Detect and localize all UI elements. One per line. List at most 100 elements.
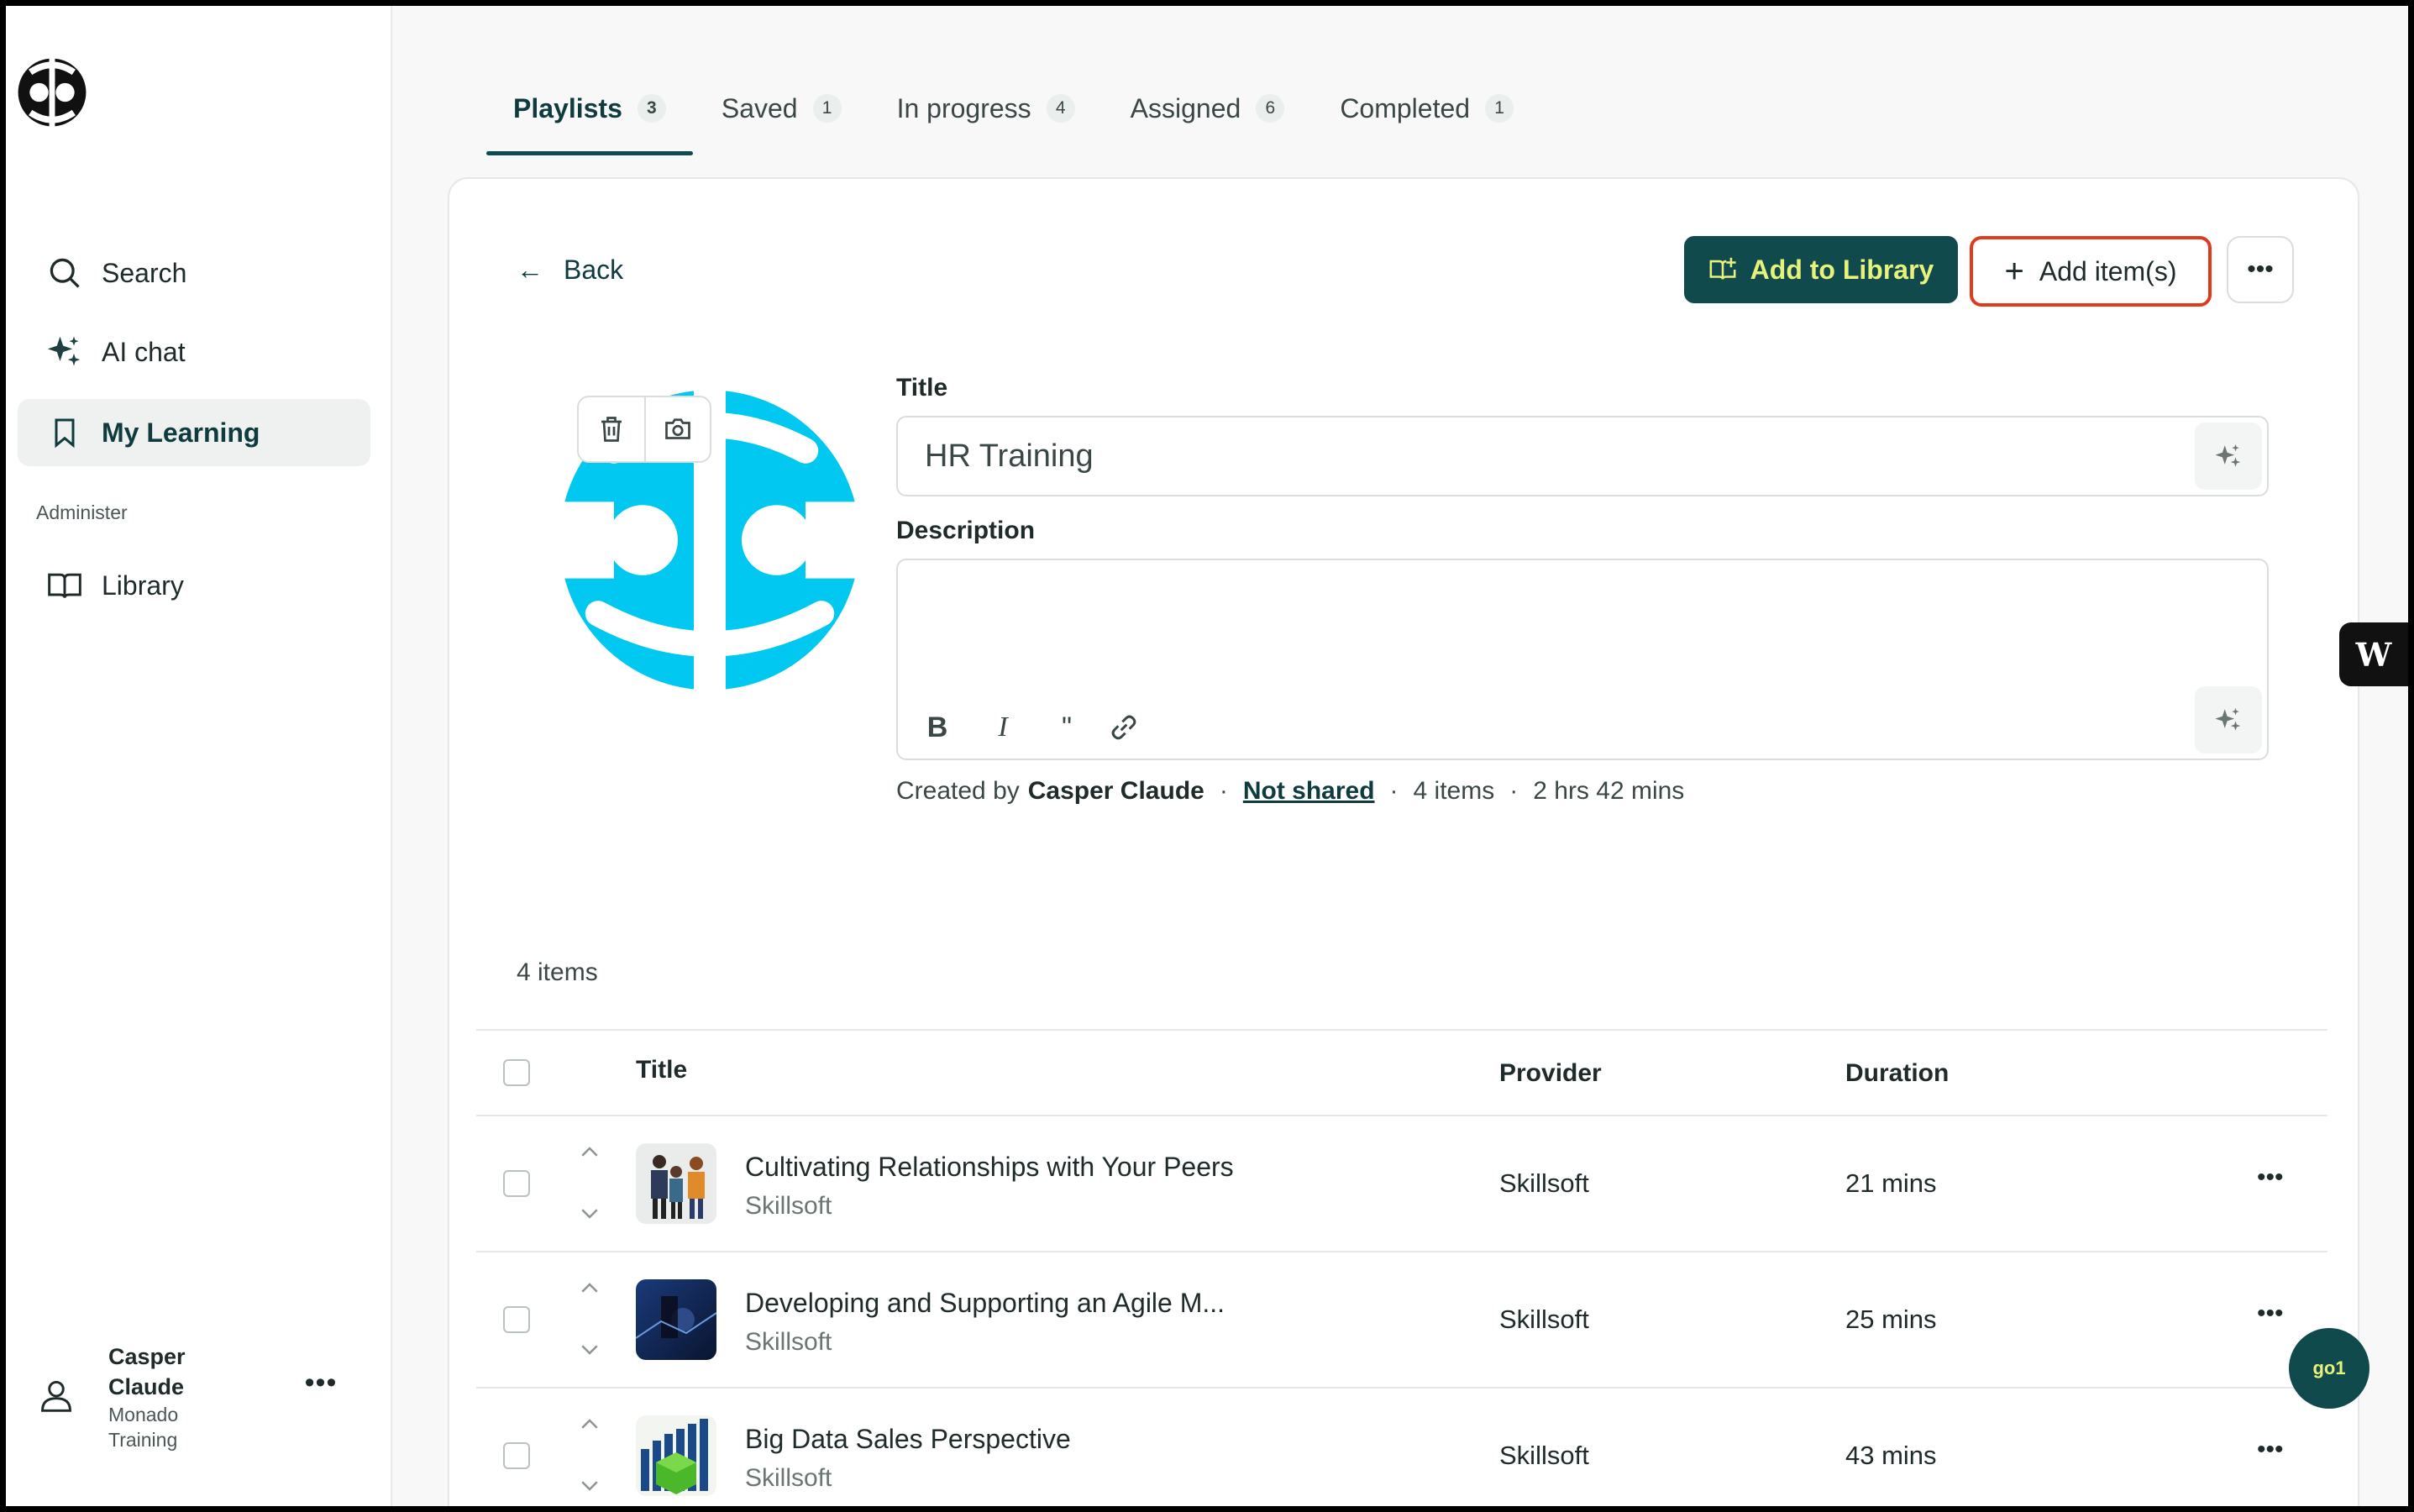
sharing-status-link[interactable]: Not shared — [1243, 777, 1375, 806]
course-provider: Skillsoft — [1499, 1168, 1589, 1198]
sidebar: Search AI chat My Learning Administer Li… — [6, 6, 392, 1506]
nav-search-label: Search — [102, 257, 187, 288]
back-label: Back — [564, 255, 624, 285]
user-name: Casper Claude — [108, 1344, 186, 1399]
tab-saved[interactable]: Saved 1 — [695, 65, 869, 152]
sparkle-icon — [39, 327, 90, 377]
nav-ai-chat-label: AI chat — [102, 336, 186, 367]
quote-button[interactable]: " — [1046, 706, 1088, 748]
course-title[interactable]: Cultivating Relationships with Your Peer… — [745, 1152, 1234, 1183]
nav-ai-chat[interactable]: AI chat — [18, 318, 370, 386]
webflow-badge-icon[interactable]: W — [2339, 622, 2408, 686]
more-options-button[interactable]: ••• — [2227, 236, 2294, 303]
add-to-library-button[interactable]: Add to Library — [1684, 236, 1958, 303]
row-checkbox[interactable] — [503, 1442, 530, 1469]
course-source: Skillsoft — [745, 1328, 832, 1356]
row-more-icon[interactable]: ••• — [2257, 1299, 2284, 1328]
column-provider: Provider — [1499, 1059, 1602, 1087]
move-down-icon[interactable] — [577, 1473, 602, 1498]
search-icon — [39, 248, 90, 298]
title-label: Title — [896, 374, 948, 402]
bold-button[interactable]: B — [916, 706, 958, 748]
tab-label: Assigned — [1130, 92, 1241, 123]
user-icon — [38, 1375, 80, 1417]
sparkle-icon — [2215, 444, 2241, 467]
row-more-icon[interactable]: ••• — [2257, 1163, 2284, 1192]
ai-generate-title-button[interactable] — [2195, 423, 2262, 490]
row-checkbox[interactable] — [503, 1170, 530, 1197]
tab-completed[interactable]: Completed 1 — [1313, 65, 1540, 152]
library-add-icon — [1709, 257, 1736, 280]
nav-search[interactable]: Search — [18, 239, 370, 307]
cover-tools — [577, 396, 711, 463]
course-source: Skillsoft — [745, 1192, 832, 1220]
tab-in-progress[interactable]: In progress 4 — [870, 65, 1102, 152]
description-editor[interactable]: B I " — [896, 559, 2269, 760]
playlist-items-table: Title Provider Duration Cultivating Rela… — [476, 1029, 2327, 1506]
camera-icon — [665, 418, 690, 439]
row-more-icon[interactable]: ••• — [2257, 1436, 2284, 1464]
course-title[interactable]: Developing and Supporting an Agile M... — [745, 1288, 1225, 1319]
tab-label: In progress — [896, 92, 1031, 123]
change-cover-button[interactable] — [643, 397, 710, 461]
course-provider: Skillsoft — [1499, 1441, 1589, 1470]
total-duration: 2 hrs 42 mins — [1533, 777, 1685, 805]
move-up-icon[interactable] — [577, 1140, 602, 1165]
course-title[interactable]: Big Data Sales Perspective — [745, 1424, 1071, 1455]
tab-label: Playlists — [513, 92, 622, 123]
book-open-icon — [39, 560, 90, 611]
course-thumbnail — [636, 1415, 716, 1496]
trash-icon — [601, 417, 622, 442]
course-source: Skillsoft — [745, 1464, 832, 1492]
delete-cover-button[interactable] — [579, 397, 644, 461]
more-icon: ••• — [2247, 255, 2274, 283]
ai-generate-description-button[interactable] — [2195, 686, 2262, 753]
bookmark-icon — [39, 407, 90, 458]
table-row[interactable]: Cultivating Relationships with Your Peer… — [476, 1116, 2327, 1252]
back-button[interactable]: ← Back — [517, 255, 623, 286]
table-row[interactable]: Big Data Sales Perspective Skillsoft Ski… — [476, 1389, 2327, 1506]
created-by-prefix: Created by — [896, 777, 1020, 805]
title-input[interactable]: HR Training — [896, 416, 2269, 496]
column-duration: Duration — [1845, 1059, 1950, 1087]
user-profile[interactable]: Casper Claude Monado Training ••• — [31, 1325, 384, 1451]
nav-library-label: Library — [102, 570, 184, 601]
course-thumbnail — [636, 1279, 716, 1360]
nav-library[interactable]: Library — [18, 552, 370, 619]
move-up-icon[interactable] — [577, 1412, 602, 1437]
link-icon — [1111, 715, 1136, 740]
chat-fab-button[interactable]: go1 — [2289, 1328, 2369, 1409]
tab-count-badge: 6 — [1256, 94, 1285, 123]
playlist-card: ← Back Add to Library + Add item(s) ••• — [448, 177, 2359, 1506]
course-thumbnail — [636, 1143, 716, 1224]
tab-playlists[interactable]: Playlists 3 — [486, 65, 693, 155]
tab-assigned[interactable]: Assigned 6 — [1104, 65, 1312, 152]
creator-name: Casper Claude — [1027, 777, 1204, 805]
title-input-value: HR Training — [925, 438, 1094, 474]
tab-count-badge: 1 — [812, 94, 842, 123]
move-down-icon[interactable] — [577, 1336, 602, 1362]
playlist-meta: Created by Casper Claude · Not shared · … — [896, 777, 1685, 806]
nav-my-learning-label: My Learning — [102, 417, 260, 448]
item-count: 4 items — [1413, 777, 1495, 805]
move-down-icon[interactable] — [577, 1200, 602, 1226]
admin-section-label: Administer — [36, 501, 128, 523]
italic-button[interactable]: I — [982, 706, 1024, 748]
add-items-label: Add item(s) — [2039, 255, 2177, 286]
link-button[interactable] — [1103, 706, 1145, 748]
tab-label: Completed — [1340, 92, 1471, 123]
select-all-checkbox[interactable] — [503, 1059, 530, 1086]
description-label: Description — [896, 517, 1036, 544]
tab-count-badge: 4 — [1046, 94, 1075, 123]
user-more-icon[interactable]: ••• — [300, 1367, 342, 1400]
row-checkbox[interactable] — [503, 1306, 530, 1333]
add-items-button[interactable]: + Add item(s) — [1970, 236, 2212, 307]
move-up-icon[interactable] — [577, 1276, 602, 1301]
nav-my-learning[interactable]: My Learning — [18, 399, 370, 466]
tab-count-badge: 1 — [1485, 94, 1514, 123]
learning-tabs: Playlists 3 Saved 1 In progress 4 Assign… — [486, 65, 1542, 157]
arrow-left-icon: ← — [517, 255, 543, 285]
table-row[interactable]: Developing and Supporting an Agile M... … — [476, 1252, 2327, 1389]
go1-logo[interactable] — [16, 56, 88, 129]
course-duration: 25 mins — [1845, 1305, 1937, 1334]
